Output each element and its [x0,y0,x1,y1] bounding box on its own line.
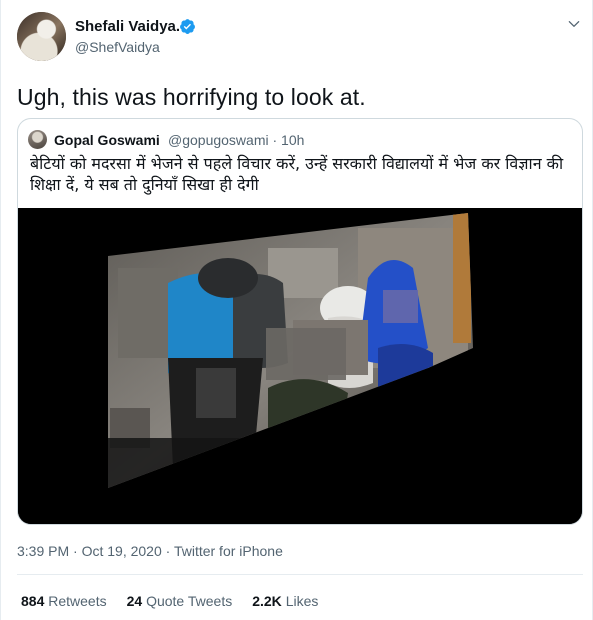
author-handle[interactable]: @ShefVaidya [75,39,160,55]
likes-stat[interactable]: 2.2K Likes [252,593,318,609]
tweet-detail: Shefali Vaidya. @ShefVaidya Ugh, this wa… [0,0,593,620]
tweet-timestamp: 3:39 PM · Oct 19, 2020 · Twitter for iPh… [17,543,283,559]
likes-label: Likes [285,593,319,609]
quoted-author-name: Gopal Goswami [54,132,160,148]
quote-tweets-label: Quote Tweets [146,593,233,609]
chevron-down-icon[interactable] [567,17,581,31]
quoted-tweet[interactable]: Gopal Goswami @gopugoswami · 10h बेटियों… [17,118,583,525]
retweets-stat[interactable]: 884 Retweets [21,593,107,609]
quoted-author-avatar [28,130,47,149]
quote-tweets-count: 24 [126,593,143,609]
retweets-label: Retweets [48,593,107,609]
retweets-count: 884 [21,593,45,609]
quoted-author-handle: @gopugoswami · 10h [168,132,305,148]
author-name[interactable]: Shefali Vaidya. [75,18,180,35]
quote-tweets-stat[interactable]: 24 Quote Tweets [127,593,233,609]
time-date[interactable]: 3:39 PM · Oct 19, 2020 · [17,543,174,559]
likes-count: 2.2K [252,593,282,609]
tweet-source[interactable]: Twitter for iPhone [174,543,283,559]
verified-badge-icon [180,19,195,34]
divider [17,574,583,575]
video-frame [18,208,582,524]
quoted-tweet-text: बेटियों को मदरसा में भेजने से पहले विचार… [30,154,564,194]
engagement-stats: 884 Retweets 24 Quote Tweets 2.2K Likes [21,593,318,609]
author-avatar[interactable] [17,12,66,61]
video-player[interactable] [18,208,582,524]
tweet-text: Ugh, this was horrifying to look at. [17,84,366,110]
